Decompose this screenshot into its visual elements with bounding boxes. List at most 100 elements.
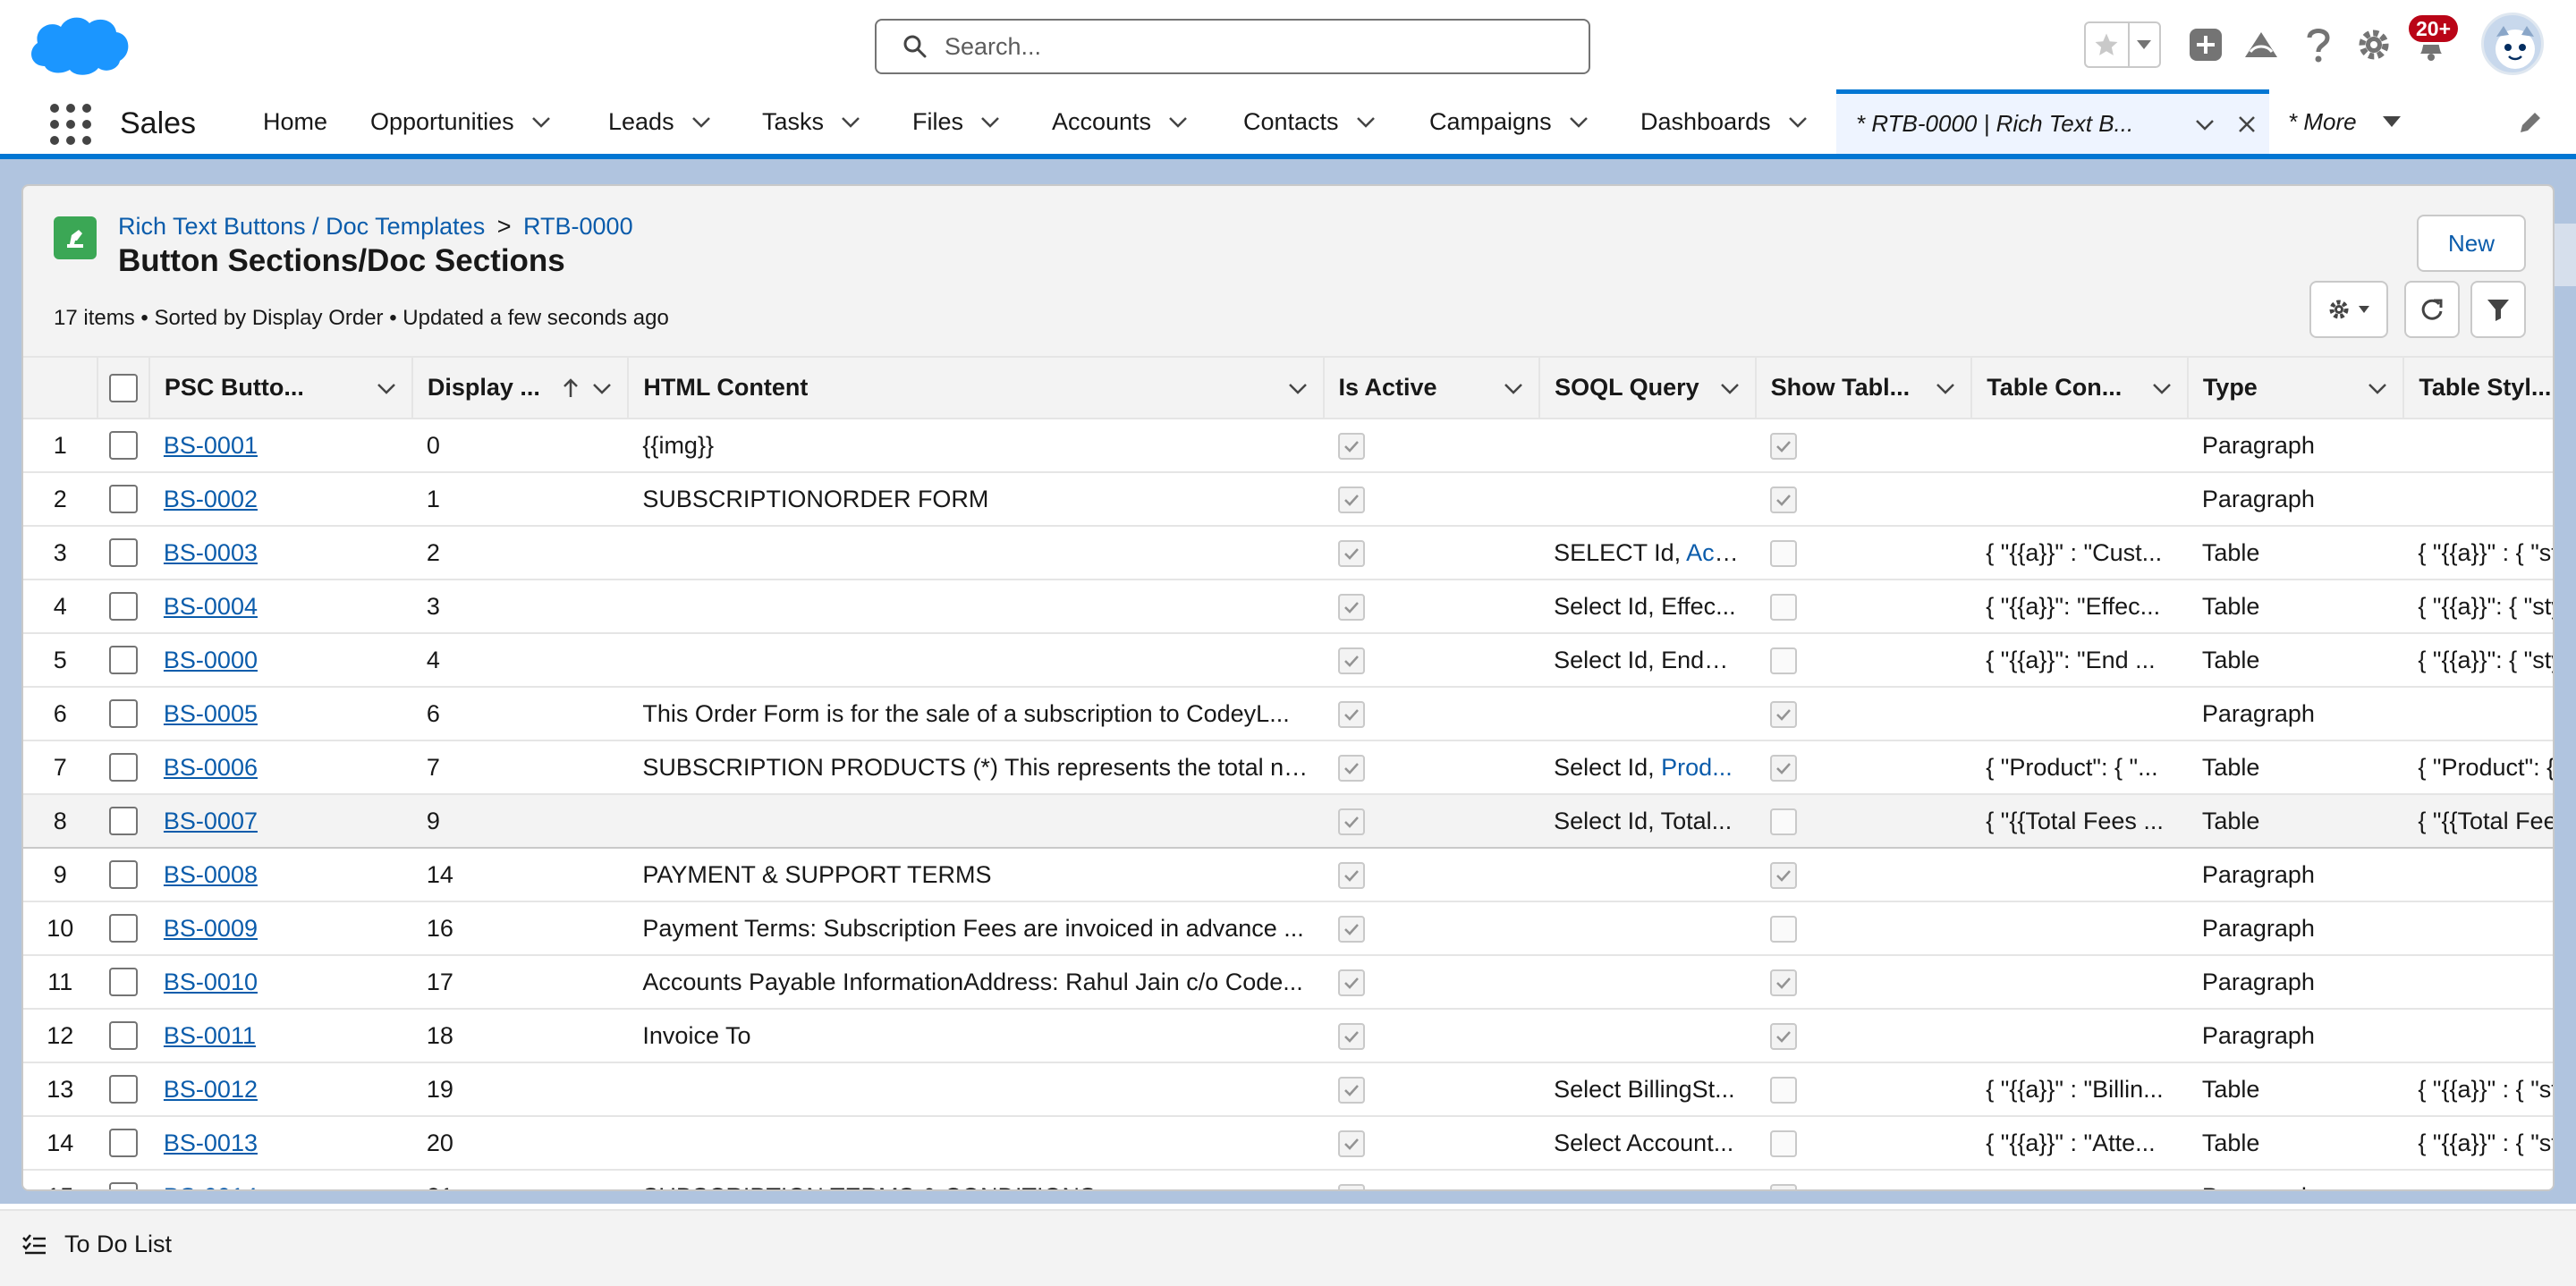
nav-more-menu[interactable]: * More — [2288, 89, 2402, 154]
table-row[interactable]: 9 BS-0008 14 PAYMENT & SUPPORT TERMS Paragra… — [23, 848, 2553, 902]
record-link[interactable]: BS-0013 — [164, 1129, 258, 1156]
record-link[interactable]: BS-0008 — [164, 861, 258, 888]
table-row[interactable]: 4 BS-0004 3 Select Id, Effec... { "{{a}}": "… — [23, 580, 2553, 634]
table-row[interactable]: 2 BS-0002 1 SUBSCRIPTIONORDER FORM Paragraph — [23, 472, 2553, 527]
row-select-checkbox[interactable] — [108, 699, 138, 729]
row-select-checkbox[interactable] — [108, 968, 138, 997]
chevron-down-icon[interactable] — [691, 111, 712, 132]
row-select-checkbox[interactable] — [108, 914, 138, 943]
edit-nav-pencil-icon[interactable] — [2517, 109, 2544, 136]
chevron-down-icon[interactable] — [1568, 111, 1589, 132]
new-button[interactable]: New — [2417, 215, 2526, 272]
row-select-checkbox[interactable] — [108, 1182, 138, 1189]
table-row[interactable]: 15 BS-0014 21SUBSCRIPTION TERMS & CONDITIO… — [23, 1170, 2553, 1190]
chevron-down-icon[interactable] — [1787, 111, 1809, 132]
chevron-down-icon[interactable] — [979, 111, 1001, 132]
column-header-soql-query[interactable]: SOQL Query — [1539, 358, 1757, 419]
nav-item-files[interactable]: Files — [912, 89, 1001, 154]
search-input[interactable] — [945, 32, 1553, 61]
trailhead-guidance-icon[interactable] — [2240, 23, 2283, 66]
nav-item-home[interactable]: Home — [263, 89, 327, 154]
soql-field-link[interactable]: Prod... — [1661, 754, 1733, 781]
help-icon[interactable] — [2297, 23, 2340, 66]
column-header-is-active[interactable]: Is Active — [1323, 358, 1541, 419]
row-select-checkbox[interactable] — [108, 485, 138, 514]
chevron-down-icon[interactable] — [1935, 377, 1956, 399]
row-select-checkbox[interactable] — [108, 538, 138, 568]
record-link[interactable]: BS-0011 — [164, 1022, 256, 1049]
table-row[interactable]: 3 BS-0003 2 SELECT Id, Acc... { "{{a}}" : "C… — [23, 526, 2553, 580]
nav-item-campaigns[interactable]: Campaigns — [1429, 89, 1589, 154]
table-row[interactable]: 8 BS-0007 9 Select Id, Total... { "{{Total F… — [23, 793, 2553, 849]
nav-item-contacts[interactable]: Contacts — [1243, 89, 1377, 154]
setup-gear-icon[interactable] — [2352, 23, 2395, 66]
table-row[interactable]: 11 BS-0010 17 Accounts Payable InformationA… — [23, 955, 2553, 1010]
global-search[interactable] — [875, 19, 1590, 74]
record-link[interactable]: BS-0014 — [164, 1183, 258, 1190]
row-select-checkbox[interactable] — [108, 1129, 138, 1158]
record-link[interactable]: BS-0004 — [164, 593, 258, 620]
user-avatar[interactable] — [2481, 13, 2544, 75]
chevron-down-icon[interactable] — [840, 111, 861, 132]
row-select-checkbox[interactable] — [108, 1075, 138, 1104]
row-select-checkbox[interactable] — [108, 753, 138, 783]
favorites-dropdown-icon[interactable] — [2130, 23, 2159, 66]
chevron-down-icon[interactable] — [1355, 111, 1377, 132]
table-row[interactable]: 13 BS-0012 19 Select BillingSt... { "{{a}}" … — [23, 1062, 2553, 1117]
nav-item-opportunities[interactable]: Opportunities — [370, 89, 552, 154]
record-link[interactable]: BS-0000 — [164, 647, 258, 673]
table-row[interactable]: 5 BS-0000 4 Select Id, EndD... { "{{a}}": "E… — [23, 633, 2553, 688]
table-row[interactable]: 6 BS-0005 6 This Order Form is for the sale… — [23, 687, 2553, 741]
record-link[interactable]: BS-0002 — [164, 486, 258, 512]
row-select-checkbox[interactable] — [108, 592, 138, 622]
breadcrumb-parent-link[interactable]: Rich Text Buttons / Doc Templates — [118, 213, 485, 240]
chevron-down-icon[interactable] — [1167, 111, 1189, 132]
column-header-table-content[interactable]: Table Con... — [1971, 358, 2189, 419]
row-select-checkbox[interactable] — [108, 431, 138, 461]
chevron-down-icon[interactable] — [1503, 377, 1524, 399]
breadcrumb-record-link[interactable]: RTB-0000 — [523, 213, 633, 240]
close-icon[interactable] — [2237, 114, 2257, 134]
column-header-table-style[interactable]: Table Styl... — [2403, 358, 2553, 419]
record-link[interactable]: BS-0012 — [164, 1076, 258, 1103]
nav-item-accounts[interactable]: Accounts — [1052, 89, 1189, 154]
chevron-down-icon[interactable] — [376, 377, 397, 399]
global-actions-add-icon[interactable] — [2184, 23, 2227, 66]
todo-list-utility[interactable]: To Do List — [21, 1231, 172, 1258]
table-row[interactable]: 7 BS-0006 7 SUBSCRIPTION PRODUCTS (*) This … — [23, 740, 2553, 795]
nav-item-leads[interactable]: Leads — [608, 89, 712, 154]
table-row[interactable]: 10 BS-0009 16 Payment Terms: Subscription F… — [23, 901, 2553, 956]
chevron-down-icon[interactable] — [2151, 377, 2173, 399]
filter-button[interactable] — [2470, 281, 2526, 338]
column-header-type[interactable]: Type — [2187, 358, 2405, 419]
row-select-checkbox[interactable] — [108, 646, 138, 675]
row-select-checkbox[interactable] — [108, 807, 138, 836]
column-header-psc-button[interactable]: PSC Butto... — [148, 358, 413, 419]
refresh-button[interactable] — [2404, 281, 2460, 338]
record-link[interactable]: BS-0001 — [164, 432, 258, 459]
column-header-show-table[interactable]: Show Tabl... — [1755, 358, 1973, 419]
record-link[interactable]: BS-0009 — [164, 915, 258, 942]
chevron-down-icon[interactable] — [591, 377, 613, 399]
record-link[interactable]: BS-0006 — [164, 754, 258, 781]
chevron-down-icon[interactable] — [1287, 377, 1309, 399]
nav-item-dashboards[interactable]: Dashboards — [1640, 89, 1809, 154]
record-link[interactable]: BS-0010 — [164, 969, 258, 995]
record-link[interactable]: BS-0005 — [164, 700, 258, 727]
list-settings-button[interactable] — [2309, 281, 2388, 338]
chevron-down-icon[interactable] — [2194, 114, 2216, 135]
select-all-checkbox[interactable] — [108, 373, 138, 402]
app-launcher-icon[interactable] — [50, 104, 91, 145]
salesforce-logo[interactable] — [27, 11, 134, 82]
chevron-down-icon[interactable] — [2367, 377, 2388, 399]
tab-active-record[interactable]: * RTB-0000 | Rich Text B... — [1836, 89, 2269, 154]
chevron-down-icon[interactable] — [530, 111, 552, 132]
record-link[interactable]: BS-0003 — [164, 539, 258, 566]
nav-item-tasks[interactable]: Tasks — [762, 89, 861, 154]
table-row[interactable]: 14 BS-0013 20 Select Account... { "{{a}}" : … — [23, 1116, 2553, 1171]
column-header-display-order[interactable]: Display ... — [411, 358, 630, 419]
soql-field-link[interactable]: Acc... — [1686, 539, 1747, 566]
row-select-checkbox[interactable] — [108, 860, 138, 890]
column-header-html-content[interactable]: HTML Content — [628, 358, 1325, 419]
row-select-checkbox[interactable] — [108, 1021, 138, 1051]
